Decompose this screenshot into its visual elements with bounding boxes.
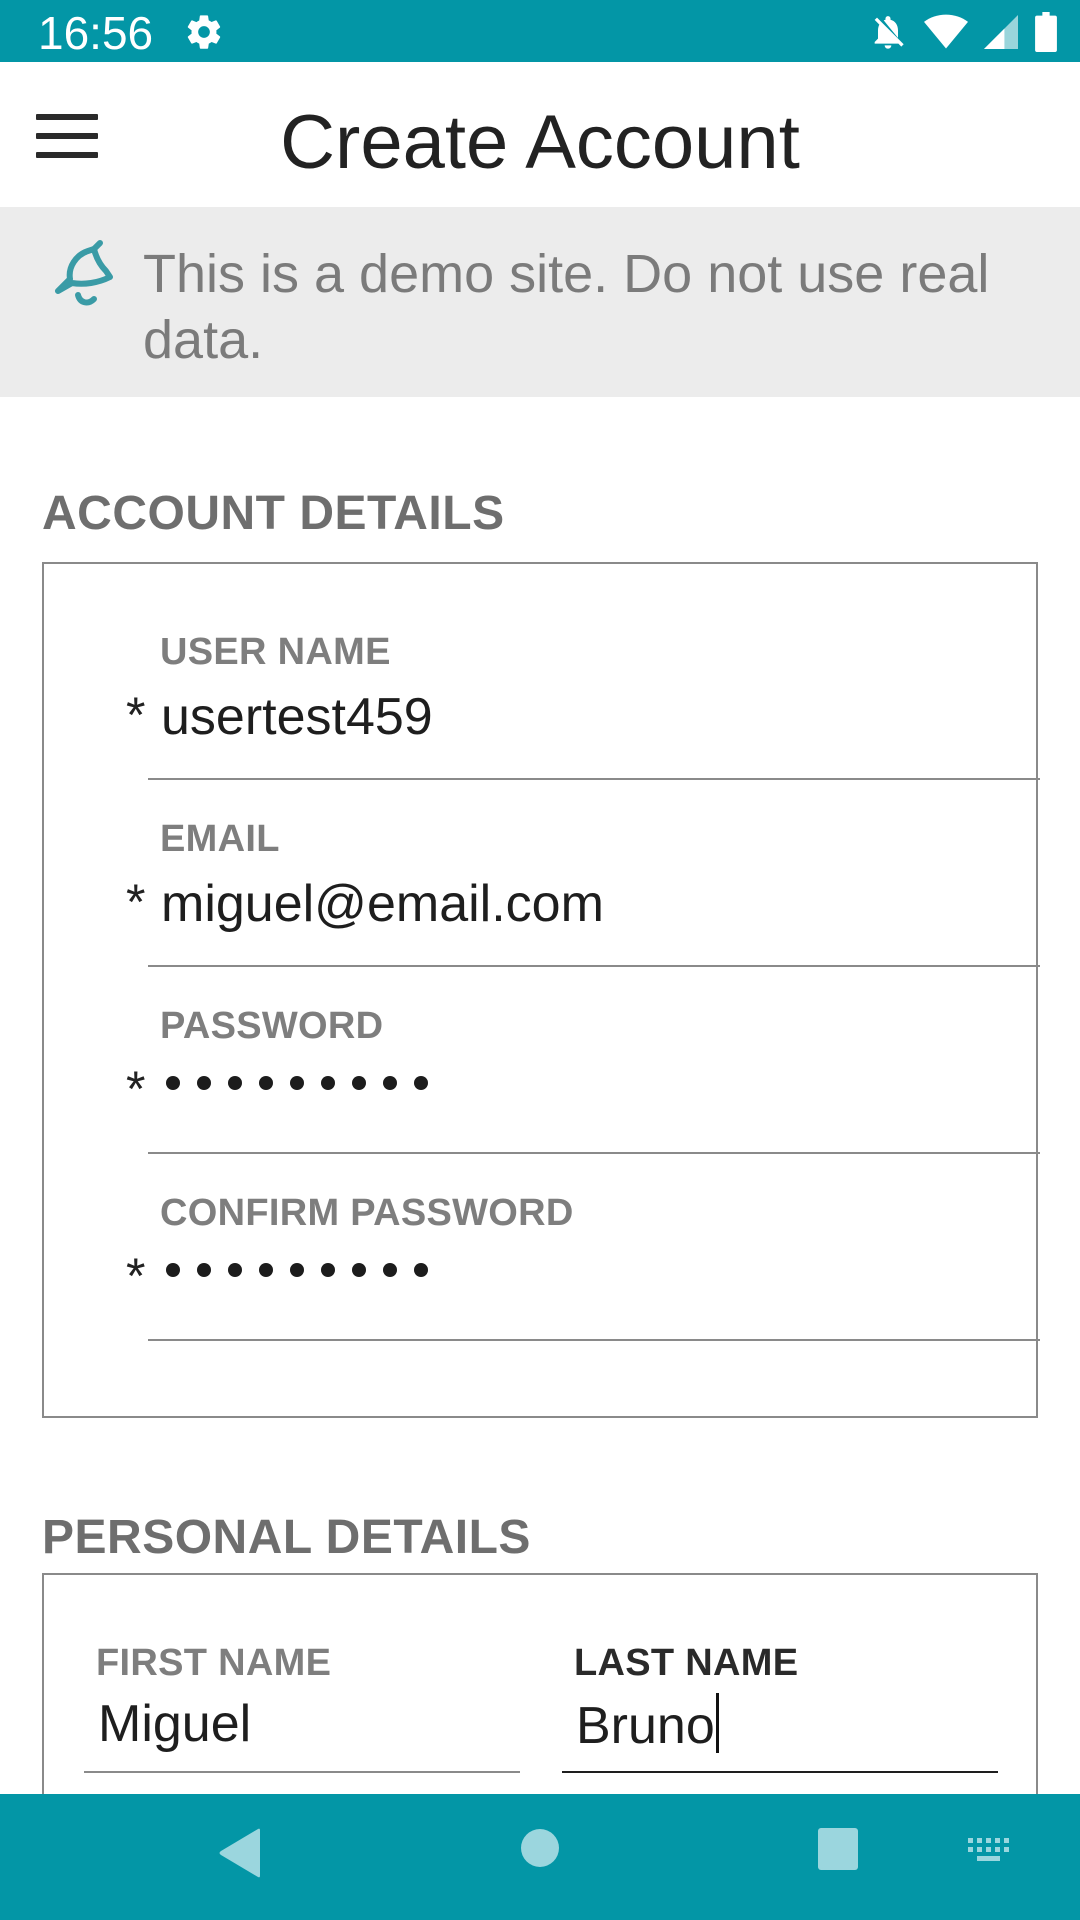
required-marker: * — [126, 1061, 146, 1117]
field-underline — [562, 1771, 998, 1773]
field-underline — [148, 1339, 1040, 1341]
confirm-password-label: CONFIRM PASSWORD — [160, 1192, 574, 1234]
user-name-field[interactable]: USER NAME * usertest459 — [104, 630, 1040, 780]
wifi-icon — [924, 14, 968, 49]
last-name-label: LAST NAME — [574, 1642, 799, 1684]
battery-icon — [1035, 12, 1057, 52]
user-name-input[interactable]: usertest459 — [161, 686, 1041, 748]
confirm-password-field[interactable]: CONFIRM PASSWORD * — [104, 1191, 1040, 1341]
required-marker: * — [126, 687, 146, 743]
account-details-title: ACCOUNT DETAILS — [42, 487, 505, 540]
back-icon[interactable] — [218, 1828, 260, 1878]
email-field[interactable]: EMAIL * miguel@email.com — [104, 817, 1040, 967]
password-label: PASSWORD — [160, 1005, 384, 1047]
gear-icon — [187, 15, 221, 49]
password-input[interactable] — [166, 1076, 428, 1090]
last-name-field[interactable]: LAST NAME Bruno — [562, 1641, 998, 1781]
account-details-box: USER NAME * usertest459 EMAIL * miguel@e… — [42, 562, 1040, 1418]
status-icons — [868, 12, 1058, 52]
first-name-field[interactable]: FIRST NAME Miguel — [84, 1641, 520, 1781]
email-input[interactable]: miguel@email.com — [161, 873, 1041, 935]
signal-icon — [984, 15, 1018, 49]
required-marker: * — [126, 1248, 146, 1304]
status-time: 16:56 — [38, 7, 154, 59]
first-name-label: FIRST NAME — [96, 1642, 332, 1684]
demo-banner-text: This is a demo site. Do not use real dat… — [143, 244, 990, 370]
status-bar: 16:56 — [0, 0, 1080, 62]
page-title: Create Account — [280, 100, 800, 185]
field-underline — [148, 1152, 1040, 1154]
app-bar: Create Account — [0, 62, 1080, 207]
last-name-input[interactable]: Bruno — [576, 1693, 719, 1757]
notifications-off-icon — [874, 16, 904, 49]
password-field[interactable]: PASSWORD * — [104, 1004, 1040, 1154]
user-name-label: USER NAME — [160, 631, 391, 673]
field-underline — [84, 1771, 520, 1773]
last-name-value: Bruno — [576, 1697, 715, 1755]
personal-details-title: PERSONAL DETAILS — [42, 1511, 531, 1564]
keyboard-icon[interactable] — [968, 1838, 1010, 1864]
demo-banner: This is a demo site. Do not use real dat… — [0, 207, 1080, 397]
email-label: EMAIL — [160, 818, 280, 860]
first-name-input[interactable]: Miguel — [98, 1693, 251, 1755]
bell-icon — [55, 240, 113, 306]
confirm-password-input[interactable] — [166, 1263, 428, 1277]
recents-icon[interactable] — [818, 1828, 858, 1870]
text-cursor — [715, 1693, 719, 1753]
navigation-bar — [0, 1794, 1080, 1920]
home-icon[interactable] — [520, 1828, 560, 1868]
field-underline — [148, 965, 1040, 967]
required-marker: * — [126, 874, 146, 930]
field-underline — [148, 778, 1040, 780]
